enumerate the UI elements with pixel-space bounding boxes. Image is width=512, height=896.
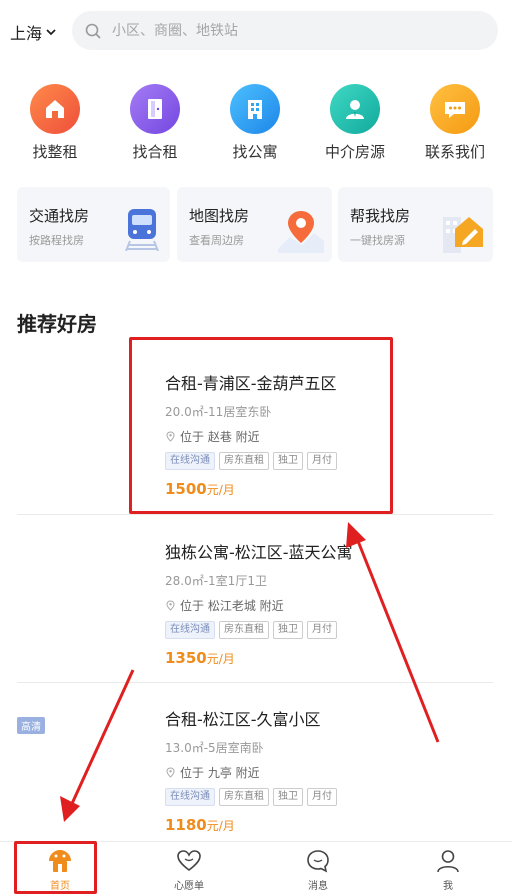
tag: 独卫 (273, 788, 303, 806)
tag: 房东直租 (219, 621, 269, 639)
listing-name: 独栋公寓-松江区-蓝天公寓 (165, 543, 353, 562)
message-icon (307, 850, 329, 873)
card-subtitle: 查看周边房 (189, 234, 244, 247)
price-unit: 元/月 (206, 652, 235, 666)
category-label: 找公寓 (232, 143, 278, 161)
map-pin-icon (278, 211, 324, 253)
train-icon (125, 209, 159, 251)
search-bar[interactable] (72, 11, 498, 50)
tag: 独卫 (273, 621, 303, 639)
category-label: 中介房源 (324, 143, 385, 161)
price-value: 1350 (165, 649, 207, 667)
tag: 房东直租 (219, 788, 269, 806)
listing-location: 位于 松江老城 附近 (165, 597, 284, 614)
listing-price: 1350元/月 (165, 649, 235, 667)
agent-icon (330, 84, 380, 134)
listing-tags: 在线沟通 房东直租 独卫 月付 (165, 621, 337, 639)
card-transit-search[interactable]: 交通找房 按路程找房 (17, 187, 170, 262)
nav-messages[interactable]: 消息 (268, 848, 368, 892)
search-input[interactable] (112, 22, 472, 39)
section-title: 推荐好房 (17, 312, 97, 336)
listing-card[interactable]: 高清 合租-松江区-久富小区 13.0㎡-5居室南卧 位于 九亭 附近 在线沟通… (0, 706, 512, 836)
category-label: 找合租 (132, 143, 178, 161)
category-label: 找整租 (32, 143, 78, 161)
nav-profile[interactable]: 我 (398, 848, 498, 892)
nav-wishlist[interactable]: 心愿单 (139, 848, 239, 892)
category-shared-rent[interactable]: 找合租 (105, 84, 205, 162)
city-label: 上海 (10, 24, 43, 43)
listing-tags: 在线沟通 房东直租 独卫 月付 (165, 788, 337, 806)
category-row: 找整租 找合租 找公寓 中介房源 联系我们 (0, 84, 512, 164)
listing-spec: 13.0㎡-5居室南卧 (165, 741, 264, 755)
heart-icon (177, 850, 201, 872)
card-subtitle: 一键找房源 (350, 234, 405, 247)
nav-label: 心愿单 (174, 881, 204, 892)
nav-label: 我 (443, 881, 453, 892)
card-title: 地图找房 (189, 207, 250, 225)
card-help-search[interactable]: 帮我找房 一键找房源 (338, 187, 493, 262)
card-subtitle: 按路程找房 (29, 234, 84, 247)
location-pin-icon (166, 767, 175, 778)
annotation-highlight-box (129, 337, 393, 514)
city-selector[interactable]: 上海 (10, 20, 57, 44)
divider (17, 682, 493, 683)
nav-label: 消息 (308, 881, 328, 892)
listing-location-text: 位于 九亭 附近 (180, 766, 260, 780)
price-value: 1180 (165, 816, 207, 834)
listing-location-text: 位于 松江老城 附近 (180, 599, 284, 613)
category-contact-us[interactable]: 联系我们 (405, 84, 505, 162)
search-icon (85, 23, 101, 39)
chat-icon (430, 84, 480, 134)
category-apartment[interactable]: 找公寓 (205, 84, 305, 162)
category-whole-rent[interactable]: 找整租 (5, 84, 105, 162)
listing-location: 位于 九亭 附近 (165, 764, 260, 781)
card-map-search[interactable]: 地图找房 查看周边房 (177, 187, 332, 262)
price-unit: 元/月 (206, 819, 235, 833)
edit-icon (443, 217, 483, 253)
tag: 月付 (307, 788, 337, 806)
annotation-highlight-home (14, 841, 97, 894)
listing-card[interactable]: 独栋公寓-松江区-蓝天公寓 28.0㎡-1室1厅1卫 位于 松江老城 附近 在线… (0, 539, 512, 669)
house-icon (30, 84, 80, 134)
tag: 在线沟通 (165, 621, 215, 639)
divider (17, 514, 493, 515)
location-pin-icon (166, 600, 175, 611)
listing-price: 1180元/月 (165, 816, 235, 834)
card-title: 帮我找房 (350, 207, 411, 225)
hd-badge: 高清 (17, 717, 45, 734)
listing-name: 合租-松江区-久富小区 (165, 710, 321, 729)
tag: 在线沟通 (165, 788, 215, 806)
user-icon (437, 850, 459, 873)
category-agent-listings[interactable]: 中介房源 (305, 84, 405, 162)
top-bar: 上海 (0, 0, 512, 62)
building-icon (230, 84, 280, 134)
listing-spec: 28.0㎡-1室1厅1卫 (165, 574, 267, 588)
tag: 月付 (307, 621, 337, 639)
chevron-down-icon (46, 29, 56, 36)
card-title: 交通找房 (29, 207, 90, 225)
door-icon (130, 84, 180, 134)
category-label: 联系我们 (424, 143, 485, 161)
